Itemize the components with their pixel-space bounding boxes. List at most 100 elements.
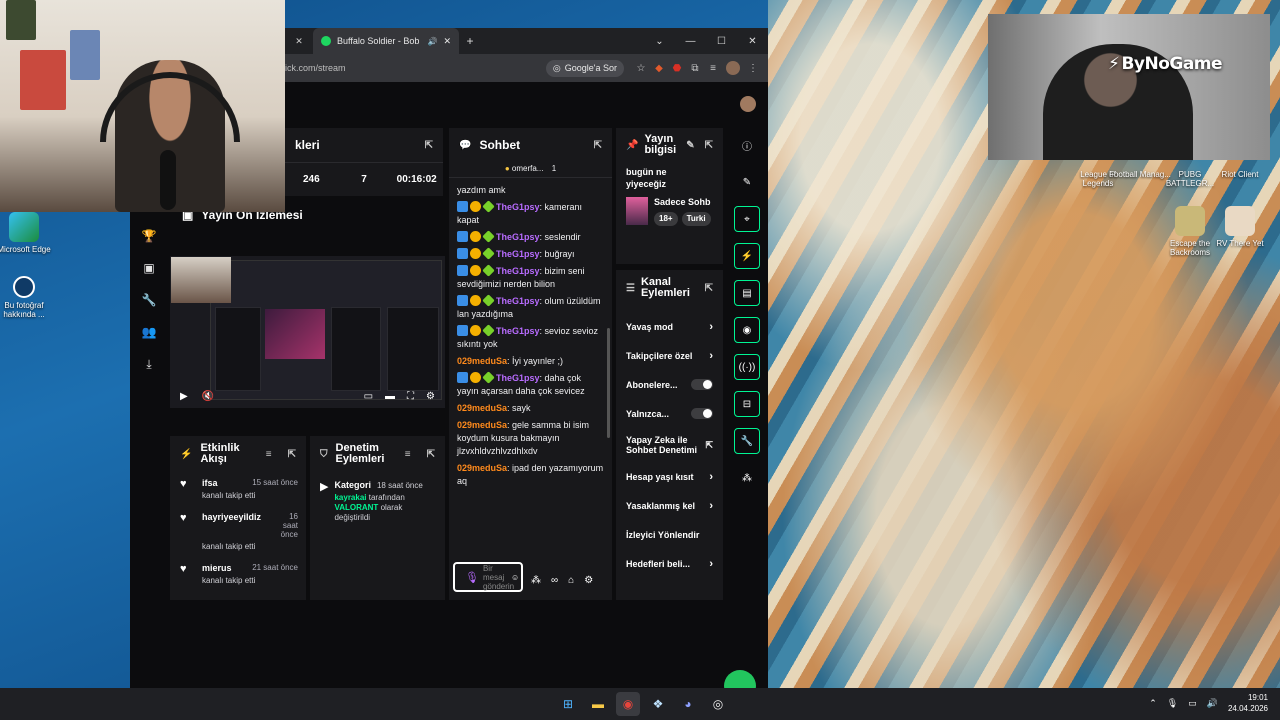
media-control-icon[interactable]: ≡ <box>704 63 722 74</box>
volume-icon[interactable]: 🔊 <box>1207 698 1218 709</box>
chrome-icon[interactable]: ◉ <box>616 692 640 716</box>
discord-icon[interactable]: ◕ <box>676 692 700 716</box>
popout-icon[interactable]: ⇱ <box>705 283 713 294</box>
adblock-extension-icon[interactable]: ⬣ <box>668 63 686 74</box>
chat-pinned-user[interactable]: ● omerfa... 1 <box>449 162 612 178</box>
chat-scrollbar[interactable] <box>607 328 610 438</box>
video-icon[interactable]: ▣ <box>130 252 168 284</box>
info-icon[interactable]: ⓘ <box>734 132 760 158</box>
clock[interactable]: 19:01 24.04.2026 <box>1228 692 1268 714</box>
chat-username[interactable]: TheG1psy <box>496 373 540 383</box>
start-button[interactable]: ⊞ <box>556 692 580 716</box>
tag[interactable]: Turki <box>681 212 711 226</box>
wrench-icon[interactable]: 🔧 <box>130 284 168 316</box>
toggle-switch[interactable] <box>691 379 713 390</box>
chat-username[interactable]: 029meduSa <box>457 356 507 366</box>
chevron-up-icon[interactable]: ⌃ <box>1149 698 1157 709</box>
tag[interactable]: 18+ <box>654 212 678 226</box>
community-icon[interactable]: ⁂ <box>734 465 760 491</box>
channel-action-item[interactable]: Abonelere... <box>616 370 723 399</box>
video-player[interactable]: ▶ 🔇 ▭ ▬ ⛶ ⚙ <box>170 256 445 408</box>
chevron-down-icon[interactable]: ⌄ <box>644 36 675 47</box>
settings-icon[interactable]: ⚙ <box>584 575 593 586</box>
theatre-icon[interactable]: ▬ <box>385 391 395 402</box>
speaker-icon[interactable]: 🔊 <box>427 37 437 46</box>
chat-username[interactable]: 029meduSa <box>457 463 507 473</box>
chat-username[interactable]: TheG1psy <box>496 232 540 242</box>
pip-icon[interactable]: ▭ <box>364 391 373 402</box>
star-icon[interactable]: ☆ <box>632 63 650 74</box>
emote-icon[interactable]: ☺ <box>511 573 519 582</box>
edit-icon[interactable]: ✎ <box>686 140 694 151</box>
toggle-switch[interactable] <box>691 408 713 419</box>
extensions-icon[interactable]: ⧉ <box>686 63 704 74</box>
users-icon[interactable]: 👥 <box>130 316 168 348</box>
channel-action-item[interactable]: Hesap yaşı kısıt › <box>616 462 723 491</box>
maximize-button[interactable]: ☐ <box>706 36 737 47</box>
mute-icon[interactable]: 🔇 <box>202 391 214 402</box>
url-field[interactable]: ick.com/stream <box>285 63 546 73</box>
menu-icon[interactable]: ⋮ <box>744 63 762 74</box>
microphone-icon[interactable]: 🎙 <box>465 571 479 584</box>
chat-input[interactable]: 🎙 Bir mesaj gönderin ☺ <box>453 562 523 592</box>
chat-username[interactable]: TheG1psy <box>496 326 540 336</box>
desktop-icon-rv[interactable]: RV There Yet <box>1208 206 1272 248</box>
broadcast-icon[interactable]: ((·)) <box>734 354 760 380</box>
chat-username[interactable]: TheG1psy <box>496 266 540 276</box>
new-tab-button[interactable]: + <box>459 34 481 48</box>
settings-icon[interactable]: ⚙ <box>426 391 435 402</box>
desktop-icon-photo-info[interactable]: Bu fotoğraf hakkında ... <box>0 276 56 319</box>
app-icon[interactable]: ❖ <box>646 692 670 716</box>
chat-icon[interactable]: ◉ <box>734 317 760 343</box>
category-name[interactable]: Sadece Sohb <box>654 196 711 208</box>
desktop-icon-edge[interactable]: Microsoft Edge <box>0 212 56 254</box>
chat-username[interactable]: 029meduSa <box>457 403 507 413</box>
close-button[interactable]: ✕ <box>737 36 768 47</box>
minimize-button[interactable]: — <box>675 36 706 47</box>
popout-icon[interactable]: ⇱ <box>427 449 435 460</box>
channel-action-item[interactable]: Yavaş mod › <box>616 312 723 341</box>
channel-action-item[interactable]: İzleyici Yönlendir <box>616 520 723 549</box>
profile-avatar[interactable] <box>726 61 740 75</box>
file-explorer-icon[interactable]: ▬ <box>586 692 610 716</box>
note-icon[interactable]: ▤ <box>734 280 760 306</box>
layout-icon[interactable]: ⊟ <box>734 391 760 417</box>
points-icon[interactable]: ⁂ <box>531 575 541 586</box>
filter-icon[interactable]: ≡ <box>266 449 272 460</box>
edit-icon[interactable]: ✎ <box>734 169 760 195</box>
fox-extension-icon[interactable]: ◆ <box>650 63 668 74</box>
play-icon[interactable]: ▶ <box>180 391 188 402</box>
tab-active[interactable]: Buffalo Soldier - Bob Marle 🔊 ✕ <box>313 28 459 54</box>
trophy-icon[interactable]: 🏆 <box>130 220 168 252</box>
store-icon[interactable]: ⌂ <box>568 575 574 586</box>
channel-action-item[interactable]: Takipçilere özel › <box>616 341 723 370</box>
external-link-icon[interactable]: ⇱ <box>705 440 713 450</box>
fullscreen-icon[interactable]: ⛶ <box>407 391 414 402</box>
channel-action-item[interactable]: Yalnızca... <box>616 399 723 428</box>
infinity-icon[interactable]: ∞ <box>551 575 558 586</box>
popout-icon[interactable]: ⇱ <box>288 449 296 460</box>
popout-icon[interactable]: ⇱ <box>425 140 433 151</box>
obs-icon[interactable]: ◎ <box>706 692 730 716</box>
chat-username[interactable]: TheG1psy <box>496 249 540 259</box>
popout-icon[interactable]: ⇱ <box>705 140 713 151</box>
microphone-icon[interactable]: 🎙 <box>1167 698 1178 709</box>
channel-action-item[interactable]: Yapay Zeka ile Sohbet Denetimi ⇱ <box>616 428 723 462</box>
chat-username[interactable]: TheG1psy <box>496 202 540 212</box>
channel-action-item[interactable]: Yasaklanmış kel › <box>616 491 723 520</box>
chat-username[interactable]: 029meduSa <box>457 420 507 430</box>
wrench-icon[interactable]: 🔧 <box>734 428 760 454</box>
desktop-icon-riot[interactable]: Riot Client <box>1208 158 1272 179</box>
popout-icon[interactable]: ⇱ <box>594 140 602 151</box>
download-icon[interactable]: ⤓ <box>130 348 168 380</box>
channel-action-item[interactable]: Hedefleri beli... › <box>616 549 723 578</box>
close-icon[interactable]: ✕ <box>285 36 313 47</box>
user-avatar[interactable] <box>740 96 756 112</box>
display-icon[interactable]: ▭ <box>1188 698 1197 709</box>
google-ask-button[interactable]: ◎ Google'a Sor <box>545 59 624 77</box>
chat-username[interactable]: TheG1psy <box>496 296 540 306</box>
filter-icon[interactable]: ≡ <box>405 449 411 460</box>
close-icon[interactable]: ✕ <box>443 36 451 47</box>
clip-icon[interactable]: ⌖ <box>734 206 760 232</box>
lightning-icon[interactable]: ⚡ <box>734 243 760 269</box>
